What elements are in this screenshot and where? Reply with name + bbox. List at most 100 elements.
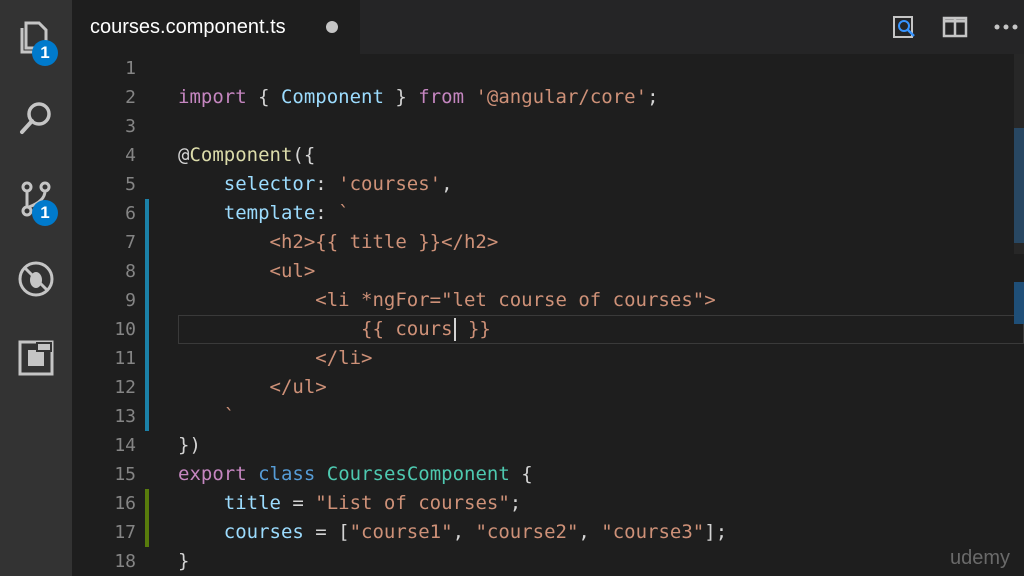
code-line[interactable]: </li> [178, 344, 372, 373]
code-line[interactable]: title = "List of courses"; [178, 489, 521, 518]
code-token: , [452, 521, 476, 543]
line-number: 5 [125, 174, 136, 195]
code-token: { [246, 86, 281, 108]
code-token: "List of courses" [315, 492, 510, 514]
code-token: ]; [704, 521, 728, 543]
code-token: selector [223, 173, 316, 195]
code-token: <li *ngFor="let course of courses"> [178, 289, 716, 311]
line-number: 3 [125, 116, 136, 137]
line-number: 4 [125, 145, 136, 166]
code-token: }) [178, 434, 201, 456]
code-token: ; [509, 492, 522, 514]
search-button[interactable] [0, 90, 72, 148]
code-token: = [ [303, 521, 350, 543]
line-number: 1 [125, 58, 136, 79]
text-cursor [453, 318, 456, 341]
code-line[interactable]: </ul> [178, 373, 327, 402]
debug-icon [18, 261, 54, 297]
explorer-button[interactable]: 1 [0, 8, 72, 66]
extensions-button[interactable] [0, 329, 72, 387]
code-token: title [223, 492, 281, 514]
code-line[interactable]: courses = ["course1", "course2", "course… [178, 518, 727, 547]
line-number: 17 [114, 522, 136, 543]
split-editor-icon [942, 16, 968, 38]
code-token: from [418, 86, 465, 108]
line-number: 2 [125, 87, 136, 108]
code-line[interactable]: <ul> [178, 257, 316, 286]
code-line[interactable]: ` [178, 402, 235, 431]
git-added-indicator [145, 489, 149, 547]
code-line[interactable]: template: ` [178, 199, 350, 228]
code-token: ; [647, 86, 659, 108]
code-token: <ul> [178, 260, 316, 282]
code-line[interactable]: import { Component } from '@angular/core… [178, 83, 659, 112]
code-line[interactable]: <li *ngFor="let course of courses"> [178, 286, 716, 315]
code-token: , [578, 521, 602, 543]
line-number: 6 [125, 203, 136, 224]
unsaved-dot-icon[interactable] [326, 21, 338, 33]
code-line[interactable]: selector: 'courses', [178, 170, 453, 199]
code-token: courses [223, 521, 304, 543]
code-token: {{ cours [178, 318, 453, 340]
code-token: export [178, 463, 247, 485]
code-token: Component [189, 144, 293, 166]
debug-button[interactable] [0, 250, 72, 308]
code-token: CoursesComponent [326, 463, 510, 485]
line-number: 7 [125, 232, 136, 253]
source-control-button[interactable]: 1 [0, 170, 72, 228]
code-token: }} [456, 318, 491, 340]
more-actions-button[interactable] [990, 11, 1022, 43]
code-token: "course1" [349, 521, 453, 543]
line-number: 18 [114, 551, 136, 572]
scrollbar-change-marker-2 [1014, 282, 1024, 324]
code-token: = [280, 492, 316, 514]
code-token: Component [280, 86, 384, 108]
code-token: } [178, 550, 190, 572]
line-number: 10 [114, 319, 136, 340]
open-preview-button[interactable] [888, 11, 920, 43]
code-token: ` [178, 405, 236, 427]
line-number: 14 [114, 435, 136, 456]
code-token: "course3" [601, 521, 705, 543]
code-line[interactable]: } [178, 547, 189, 576]
git-modified-indicator [145, 199, 149, 431]
code-token: <h2>{{ title }}</h2> [178, 231, 499, 253]
tab-bar: courses.component.ts [72, 0, 1024, 54]
code-editor[interactable]: 1 2 3 4 5 6 7 8 9 10 11 12 13 14 15 16 17 18 import { Com… [72, 54, 1024, 576]
explorer-badge: 1 [32, 40, 58, 66]
code-token: } [383, 86, 419, 108]
line-number: 16 [114, 493, 136, 514]
activity-bar: 1 1 [0, 0, 72, 576]
line-number: 13 [114, 406, 136, 427]
code-line[interactable]: {{ cours }} [178, 315, 491, 344]
code-token: </ul> [178, 376, 327, 398]
tab-courses-component[interactable]: courses.component.ts [72, 0, 360, 54]
code-token: template [223, 202, 316, 224]
line-number: 8 [125, 261, 136, 282]
split-editor-button[interactable] [939, 11, 971, 43]
scrollbar-thumb[interactable] [1014, 54, 1024, 254]
line-number: 9 [125, 290, 136, 311]
code-line[interactable]: @Component({ [178, 141, 315, 170]
code-token: </li> [178, 347, 373, 369]
code-token: @ [178, 144, 190, 166]
open-preview-icon [893, 16, 915, 38]
code-token: , [441, 173, 453, 195]
code-token: : [315, 173, 339, 195]
code-line[interactable]: <h2>{{ title }}</h2> [178, 228, 499, 257]
code-line[interactable]: }) [178, 431, 201, 460]
line-number: 12 [114, 377, 136, 398]
code-token: 'courses' [338, 173, 442, 195]
source-control-badge: 1 [32, 200, 58, 226]
code-line[interactable]: export class CoursesComponent { [178, 460, 533, 489]
code-token: class [258, 463, 316, 485]
code-token: ({ [292, 144, 316, 166]
udemy-watermark: udemy [949, 547, 1010, 569]
tab-title: courses.component.ts [90, 15, 286, 38]
